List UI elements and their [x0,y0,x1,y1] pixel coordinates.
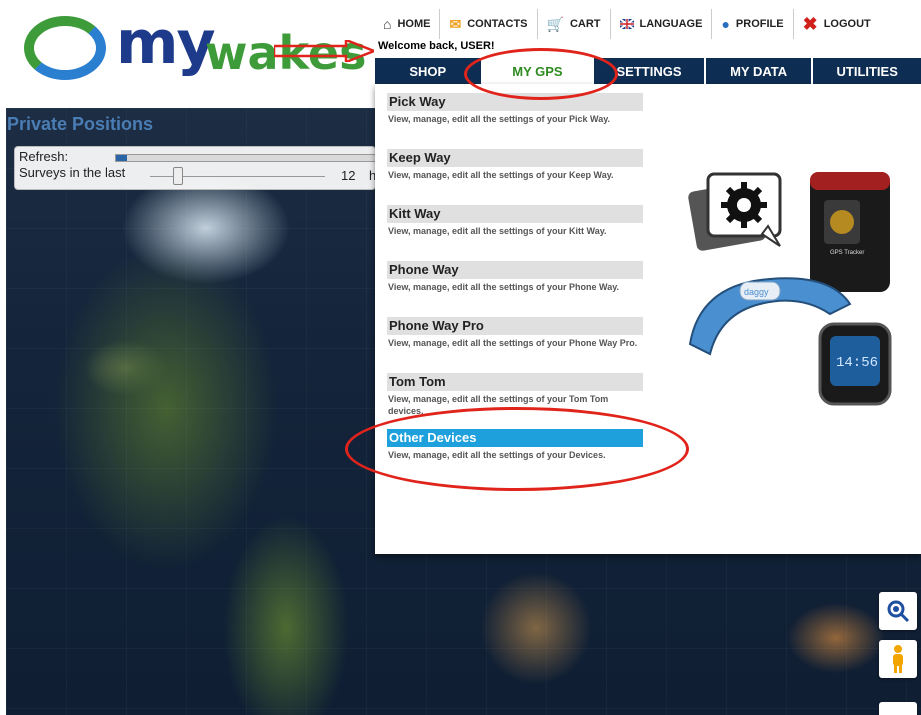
private-positions-title: Private Positions [7,114,154,134]
nav-profile[interactable]: ● PROFILE [712,9,794,39]
uk-flag-icon [618,17,635,31]
refresh-slider[interactable] [115,154,387,162]
nav-contacts-label: CONTACTS [467,18,528,30]
annotation-arrow-icon [274,40,374,62]
welcome-message: Welcome back, USER! [378,40,495,52]
tab-my-data-label: MY DATA [730,63,788,79]
menu-item-desc: View, manage, edit all the settings of y… [388,170,614,180]
menu-item-desc: View, manage, edit all the settings of y… [388,226,607,236]
nav-cart[interactable]: 🛒 CART [538,9,611,39]
private-positions-panel: Refresh: Surveys in the last 12 h [14,146,387,190]
zoom-icon [887,600,910,623]
user-icon: ● [721,16,730,32]
tab-my-data[interactable]: MY DATA [705,58,812,84]
pegman-icon [893,645,903,673]
gps-label: GPS Tracker [830,250,864,256]
refresh-slider-fill [116,155,127,161]
menu-item-phone-way-pro[interactable]: Phone Way Pro View, manage, edit all the… [387,317,643,351]
nav-profile-label: PROFILE [735,18,784,30]
menu-item-title[interactable]: Phone Way [387,261,643,279]
nav-home[interactable]: ⌂ HOME [374,9,441,39]
tab-utilities-label: UTILITIES [836,63,898,79]
annotation-circle-other-devices [345,407,689,491]
tab-settings-label: SETTINGS [616,63,682,79]
annotation-circle-my-gps [464,48,618,100]
nav-contacts[interactable]: ✉ CONTACTS [440,9,538,39]
street-view-button[interactable] [879,640,917,678]
menu-item-desc: View, manage, edit all the settings of y… [388,282,620,292]
smart-watch: 14:56 [818,322,892,406]
settings-bubble [688,172,782,251]
surveys-slider-handle[interactable] [173,167,183,185]
map-control-partial[interactable] [879,702,917,715]
close-icon: ✖ [802,14,818,34]
logo-swoosh-icon [24,16,106,80]
gps-devices-illustration: GPS Tracker daggy 14:56 [688,172,892,406]
nav-cart-label: CART [569,18,601,30]
menu-item-title[interactable]: Tom Tom [387,373,643,391]
nav-logout-label: LOGOUT [823,18,871,30]
surveys-label: Surveys in the last [19,165,126,180]
watch-time: 14:56 [836,355,878,371]
menu-item-keep-way[interactable]: Keep Way View, manage, edit all the sett… [387,149,643,183]
refresh-label: Refresh: [19,149,69,164]
menu-item-title[interactable]: Keep Way [387,149,643,167]
menu-item-desc: View, manage, edit all the settings of y… [388,114,611,124]
nav-language[interactable]: LANGUAGE [611,9,713,39]
gps-tracker: GPS Tracker [810,172,890,292]
home-icon: ⌂ [383,16,392,32]
top-navigation: ⌂ HOME ✉ CONTACTS 🛒 CART LANGUAGE ● PROFILE … [374,9,921,39]
menu-item-title[interactable]: Kitt Way [387,205,643,223]
menu-item-kitt-way[interactable]: Kitt Way View, manage, edit all the sett… [387,205,643,239]
bracelet-label: daggy [744,287,769,297]
nav-language-label: LANGUAGE [639,18,703,30]
nav-home-label: HOME [397,18,431,30]
main-navigation: SHOP MY GPS SETTINGS MY DATA UTILITIES [375,58,921,84]
cart-icon: 🛒 [546,16,564,32]
tab-shop-label: SHOP [409,63,447,79]
logo-text-my: my [116,8,216,78]
envelope-icon: ✉ [449,16,462,32]
tab-utilities[interactable]: UTILITIES [813,58,921,84]
nav-logout[interactable]: ✖ LOGOUT [794,9,880,39]
zoom-button[interactable] [879,592,917,630]
surveys-value: 12 [341,168,356,183]
menu-item-desc: View, manage, edit all the settings of y… [388,338,638,348]
menu-item-title[interactable]: Phone Way Pro [387,317,643,335]
menu-item-phone-way[interactable]: Phone Way View, manage, edit all the set… [387,261,643,295]
